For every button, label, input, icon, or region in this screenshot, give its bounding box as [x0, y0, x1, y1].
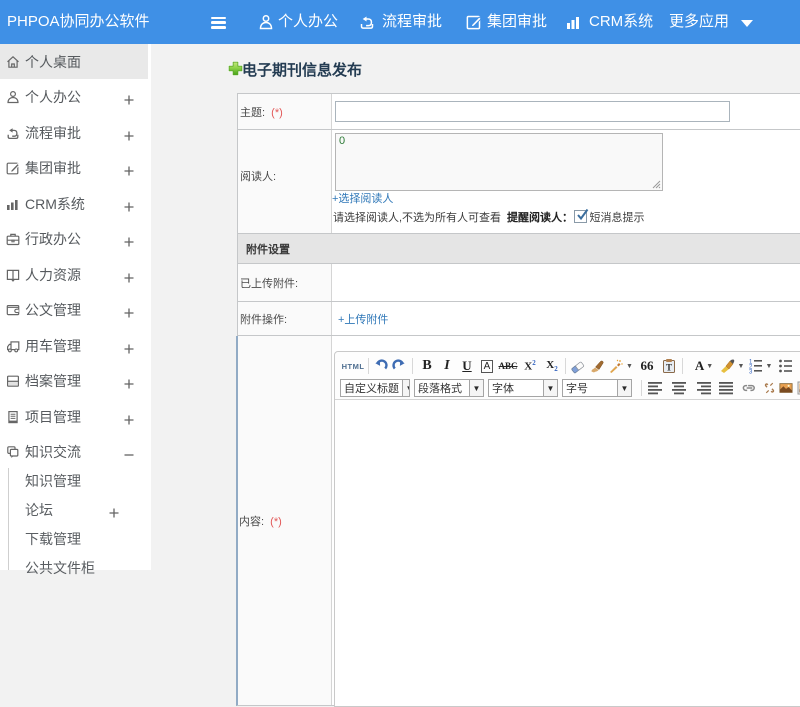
svg-text:3: 3	[749, 370, 753, 375]
svg-text:T: T	[666, 363, 672, 373]
